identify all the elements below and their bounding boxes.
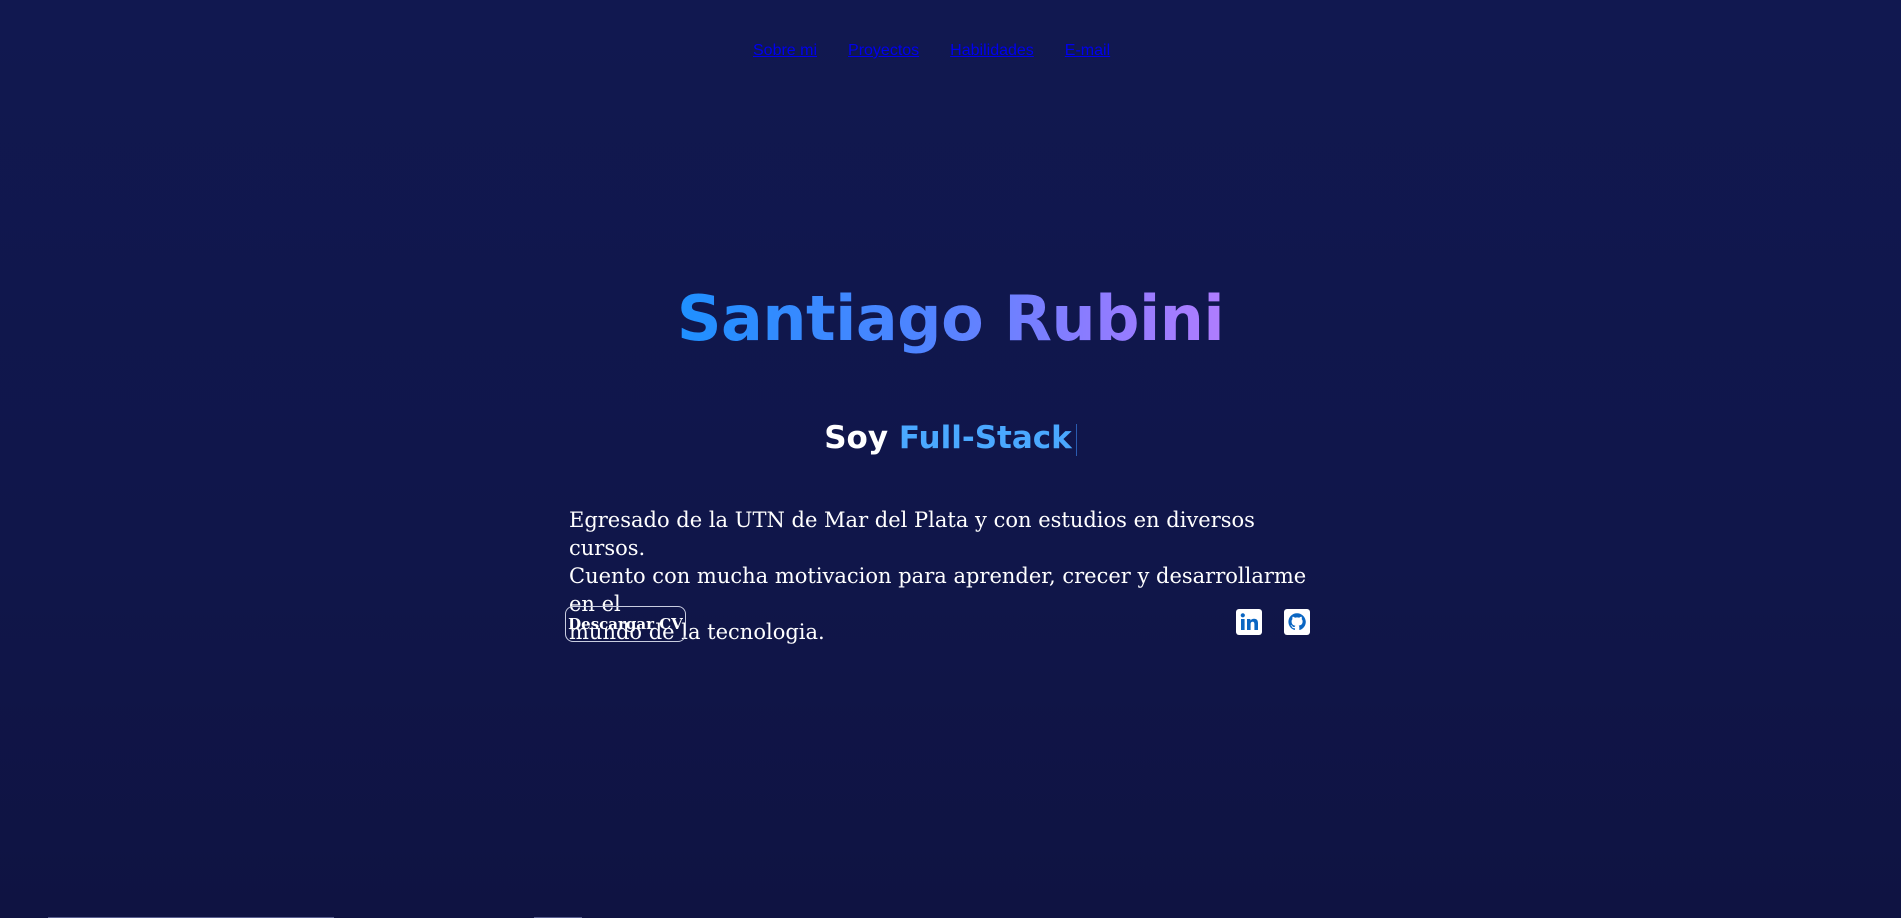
hero-name: Santiago Rubini xyxy=(0,282,1901,355)
nav-link-proyectos[interactable]: Proyectos xyxy=(848,42,919,60)
subtitle-role: Full-Stack xyxy=(898,420,1072,456)
nav-link-habilidades[interactable]: Habilidades xyxy=(950,42,1034,60)
subtitle-prefix: Soy xyxy=(824,420,889,456)
social-links xyxy=(1236,609,1310,635)
linkedin-icon[interactable] xyxy=(1236,609,1262,635)
download-cv-button[interactable]: Descargar CV xyxy=(565,606,686,642)
typing-cursor xyxy=(1075,423,1077,456)
nav-link-email[interactable]: E-mail xyxy=(1065,42,1110,60)
hero-name-text: Santiago Rubini xyxy=(676,282,1225,355)
github-icon[interactable] xyxy=(1284,609,1310,635)
nav-link-sobre-mi[interactable]: Sobre mi xyxy=(753,42,817,60)
bio-line: Egresado de la UTN de Mar del Plata y co… xyxy=(569,508,1255,560)
hero-subtitle: Soy Full-Stack xyxy=(0,420,1901,456)
main-nav: Sobre mi Proyectos Habilidades E-mail xyxy=(753,42,1110,60)
